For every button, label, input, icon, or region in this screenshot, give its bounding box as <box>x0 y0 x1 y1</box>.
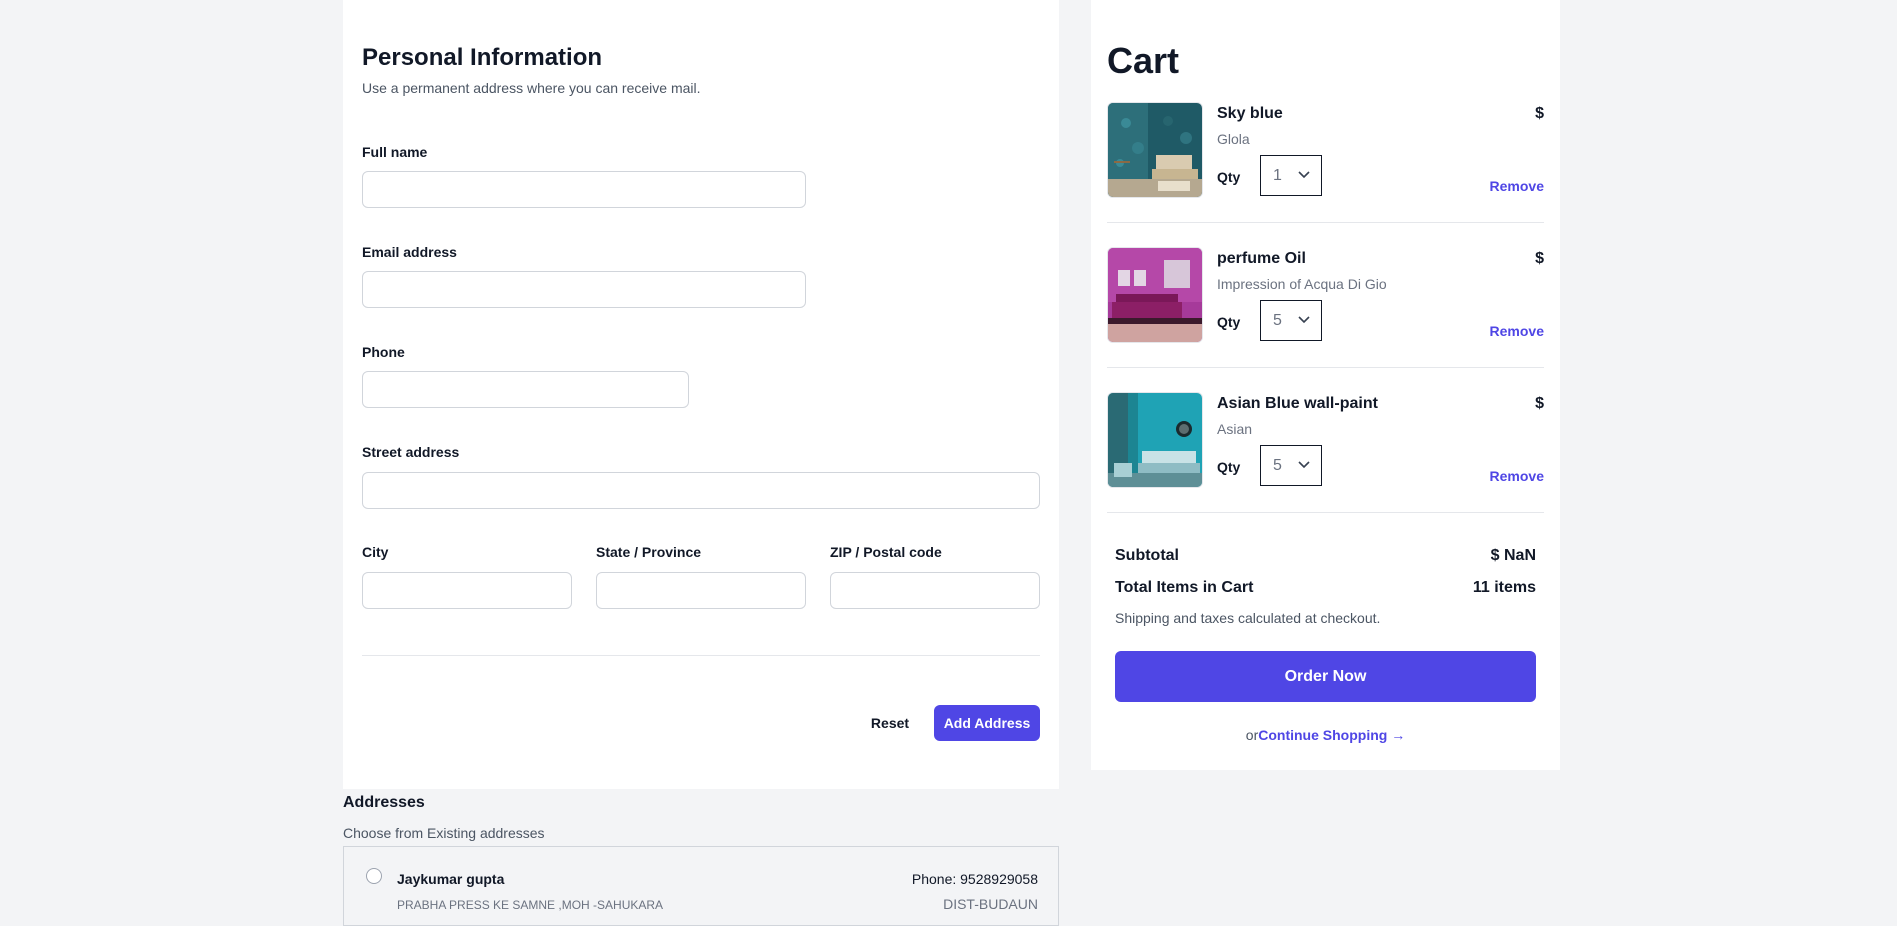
continue-shopping-link[interactable]: Continue Shopping → <box>1258 727 1405 743</box>
form-title: Personal Information <box>362 44 603 71</box>
chevron-down-icon <box>1298 461 1310 469</box>
qty-value: 5 <box>1273 457 1282 474</box>
remove-button[interactable]: Remove <box>1490 468 1544 484</box>
order-now-button[interactable]: Order Now <box>1115 651 1536 702</box>
qty-label: Qty <box>1217 459 1241 475</box>
phone-input[interactable] <box>362 371 689 408</box>
address-name: Jaykumar gupta <box>397 871 505 887</box>
product-name: Sky blue <box>1217 105 1283 122</box>
product-price: $ <box>1535 105 1544 122</box>
addresses-subtitle: Choose from Existing addresses <box>343 825 545 841</box>
addresses-title: Addresses <box>343 794 425 811</box>
address-radio[interactable] <box>366 868 382 884</box>
product-image <box>1107 102 1203 198</box>
qty-value: 5 <box>1273 312 1282 329</box>
zip-label: ZIP / Postal code <box>830 544 942 560</box>
form-subtitle: Use a permanent address where you can re… <box>362 80 701 96</box>
remove-button[interactable]: Remove <box>1490 323 1544 339</box>
address-city: DIST-BUDAUN <box>943 896 1038 912</box>
city-label: City <box>362 544 389 560</box>
product-brand: Glola <box>1217 131 1250 147</box>
add-address-button[interactable]: Add Address <box>934 705 1040 741</box>
qty-value: 1 <box>1273 167 1282 184</box>
qty-select[interactable]: 5 <box>1260 300 1322 341</box>
item-divider <box>1107 367 1544 368</box>
address-street: PRABHA PRESS KE SAMNE ,MOH -SAHUKARA <box>397 898 664 912</box>
product-brand: Asian <box>1217 421 1253 437</box>
product-name: perfume Oil <box>1217 250 1306 267</box>
full-name-label: Full name <box>362 144 428 160</box>
cart-item: Sky blue $ Glola Qty 1 Remove <box>1107 102 1544 247</box>
cart-item: Asian Blue wall-paint $ Asian Qty 5 Remo… <box>1107 392 1544 537</box>
phone-label: Phone <box>362 344 405 360</box>
full-name-input[interactable] <box>362 171 806 208</box>
or-text: or <box>1245 727 1259 743</box>
remove-button[interactable]: Remove <box>1490 178 1544 194</box>
product-price: $ <box>1535 250 1544 267</box>
address-form: Personal Information Use a permanent add… <box>343 0 1059 789</box>
product-image <box>1107 392 1203 488</box>
product-brand: Impression of Acqua Di Gio <box>1217 276 1387 292</box>
product-image <box>1107 247 1203 343</box>
form-divider <box>362 655 1040 656</box>
qty-select[interactable]: 5 <box>1260 445 1322 486</box>
state-label: State / Province <box>596 544 702 560</box>
product-name: Asian Blue wall-paint <box>1217 395 1378 412</box>
chevron-down-icon <box>1298 171 1310 179</box>
subtotal-value: $ NaN <box>1490 547 1536 564</box>
city-input[interactable] <box>362 572 572 609</box>
subtotal-label: Subtotal <box>1115 547 1179 564</box>
total-items-value: 11 items <box>1472 579 1536 596</box>
shipping-note: Shipping and taxes calculated at checkou… <box>1115 610 1381 626</box>
qty-select[interactable]: 1 <box>1260 155 1322 196</box>
email-input[interactable] <box>362 271 806 308</box>
product-price: $ <box>1535 395 1544 412</box>
reset-button[interactable]: Reset <box>865 705 915 741</box>
qty-label: Qty <box>1217 169 1241 185</box>
total-items-label: Total Items in Cart <box>1115 579 1254 596</box>
cart-panel: Cart Sky blue $ Glola Qty 1 Remove perfu… <box>1091 0 1560 770</box>
address-phone: Phone: 9528929058 <box>911 871 1038 887</box>
chevron-down-icon <box>1298 316 1310 324</box>
street-label: Street address <box>362 444 460 460</box>
street-input[interactable] <box>362 472 1040 509</box>
zip-input[interactable] <box>830 572 1040 609</box>
qty-label: Qty <box>1217 314 1241 330</box>
item-divider <box>1107 222 1544 223</box>
item-divider <box>1107 512 1544 513</box>
address-item[interactable]: Jaykumar gupta PRABHA PRESS KE SAMNE ,MO… <box>343 846 1059 926</box>
continue-row: orContinue Shopping → <box>1091 727 1560 743</box>
state-input[interactable] <box>596 572 806 609</box>
email-label: Email address <box>362 244 457 260</box>
cart-item: perfume Oil $ Impression of Acqua Di Gio… <box>1107 247 1544 392</box>
cart-title: Cart <box>1107 40 1180 81</box>
